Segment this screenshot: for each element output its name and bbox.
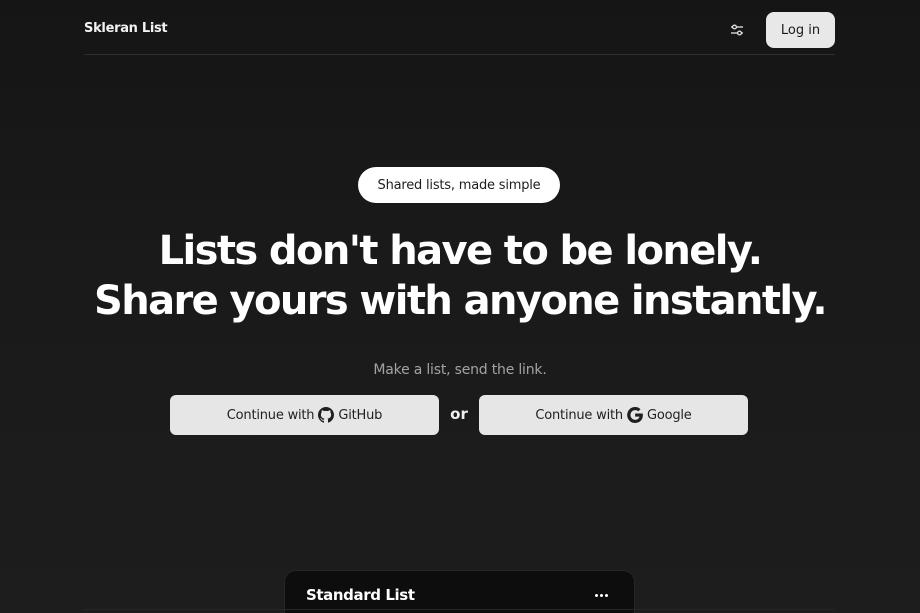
headline-line-1: Lists don't have to be lonely. <box>158 228 763 274</box>
more-horizontal-icon[interactable] <box>589 585 613 605</box>
google-button-prefix: Continue with <box>535 407 623 423</box>
github-button-provider: GitHub <box>338 407 383 423</box>
hero-subline: Make a list, send the link. <box>373 362 547 378</box>
tagline-pill: Shared lists, made simple <box>358 167 560 203</box>
settings-button[interactable] <box>726 19 748 41</box>
divider <box>84 609 835 610</box>
continue-with-github-button[interactable]: Continue with GitHub <box>170 395 439 435</box>
continue-with-google-button[interactable]: Continue with Google <box>479 395 748 435</box>
login-button[interactable]: Log in <box>766 12 835 48</box>
headline-line-2: Share yours with anyone instantly. <box>94 278 828 324</box>
google-button-provider: Google <box>646 407 692 423</box>
github-icon <box>318 407 335 423</box>
or-separator: or <box>450 405 468 423</box>
hero-headline: Lists don't have to be lonely. Share you… <box>0 226 920 326</box>
list-preview-card: Standard List <box>284 570 635 613</box>
top-nav: Skleran List Log in <box>84 0 835 55</box>
sliders-icon <box>731 24 743 36</box>
card-title: Standard List <box>306 586 415 604</box>
brand-logo[interactable]: Skleran List <box>84 21 168 36</box>
page: Skleran List Log in Shared lists, made s… <box>0 0 920 613</box>
github-button-prefix: Continue with <box>226 407 315 423</box>
google-icon <box>627 407 643 423</box>
